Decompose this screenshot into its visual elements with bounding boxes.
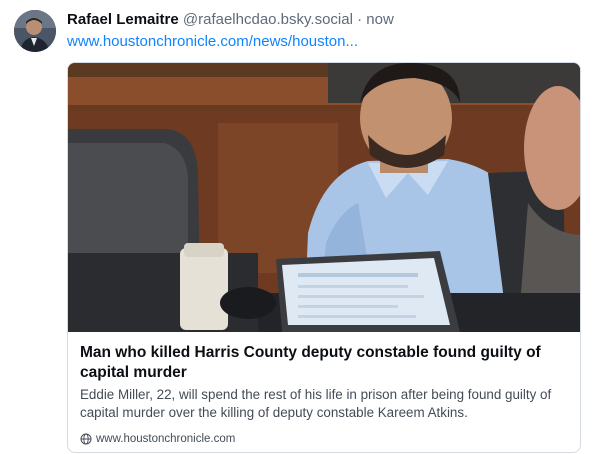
globe-icon	[80, 433, 92, 445]
author-display-name[interactable]: Rafael Lemaitre	[67, 11, 179, 28]
card-source: www.houstonchronicle.com	[80, 432, 235, 446]
link-card[interactable]: Man who killed Harris County deputy cons…	[67, 62, 581, 453]
card-source-domain: www.houstonchronicle.com	[96, 433, 236, 445]
user-avatar[interactable]	[14, 10, 56, 52]
card-title: Man who killed Harris County deputy cons…	[80, 344, 541, 381]
post-header: Rafael Lemaitre @rafaelhcdao.bsky.social…	[67, 11, 394, 29]
avatar-image	[14, 10, 56, 52]
courtroom-photo	[68, 63, 580, 332]
card-description: Eddie Miller, 22, will spend the rest of…	[80, 387, 552, 420]
separator-dot: ·	[357, 11, 363, 28]
post: Rafael Lemaitre @rafaelhcdao.bsky.social…	[0, 0, 595, 454]
post-timestamp[interactable]: now	[366, 11, 394, 28]
author-handle[interactable]: @rafaelhcdao.bsky.social	[183, 11, 353, 28]
post-link[interactable]: www.houstonchronicle.com/news/houston...	[67, 33, 358, 51]
